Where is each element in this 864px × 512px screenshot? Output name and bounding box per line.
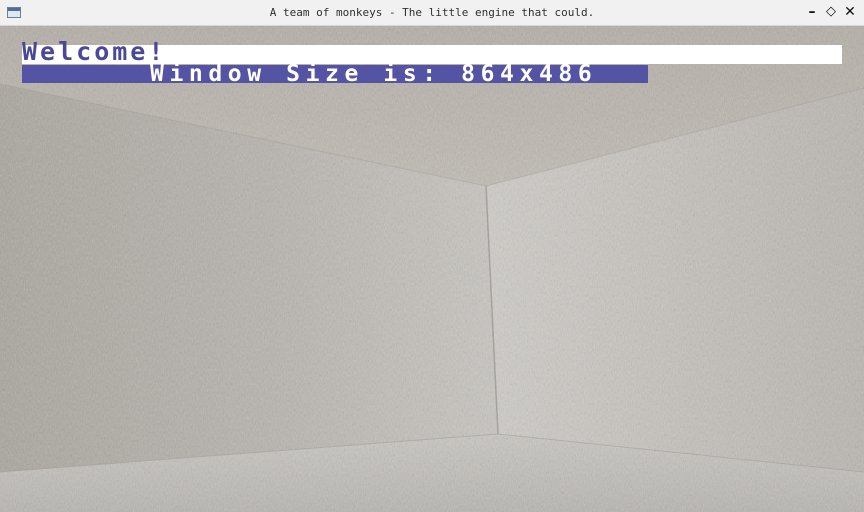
room-scene [0,26,864,512]
welcome-message: Welcome! [22,37,167,66]
minimize-button[interactable]: – [804,4,820,20]
close-icon: ✕ [844,4,856,20]
maximize-icon: ◇ [826,4,836,19]
window-title: A team of monkeys - The little engine th… [269,6,595,19]
close-button[interactable]: ✕ [842,4,858,20]
window-size-message: Window Size is: 864x486 [150,61,598,87]
window-titlebar[interactable]: A team of monkeys - The little engine th… [0,0,864,26]
minimize-icon: – [808,4,816,20]
game-viewport[interactable]: Welcome! Window Size is: 864x486 [0,26,864,512]
maximize-button[interactable]: ◇ [823,4,839,20]
